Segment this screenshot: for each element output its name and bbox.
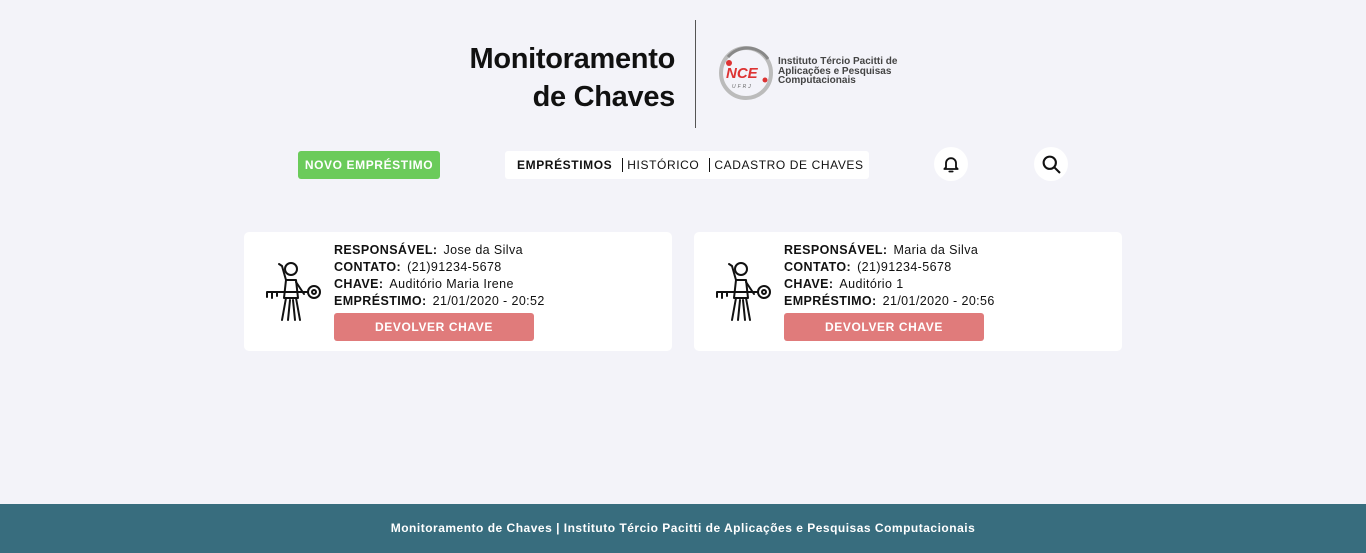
svg-text:NCE: NCE — [726, 65, 759, 82]
svg-text:UFRJ: UFRJ — [732, 84, 753, 90]
nav-separator — [622, 158, 624, 172]
search-button[interactable] — [1034, 147, 1068, 181]
loan-card: RESPONSÁVEL: Jose da Silva CONTATO: (21)91… — [244, 232, 672, 351]
nav-item-key-registry[interactable]: CADASTRO DE CHAVES — [714, 158, 863, 172]
nce-logo-mark: NCE UFRJ — [719, 46, 773, 100]
footer-text: Monitoramento de Chaves | Instituto Térc… — [390, 521, 976, 535]
return-key-button[interactable]: DEVOLVER CHAVE — [334, 313, 534, 341]
loan-info: RESPONSÁVEL: Maria da Silva CONTATO: (21)9… — [784, 243, 995, 308]
page-header: Monitoramento de Chaves NCE UFRJ Institu… — [0, 20, 1366, 128]
page-title-line2: de Chaves — [532, 81, 676, 113]
return-key-button[interactable]: DEVOLVER CHAVE — [784, 313, 984, 341]
header-divider — [695, 20, 696, 128]
logo-text: Instituto Tércio Pacitti de Aplicações e… — [778, 56, 898, 86]
contact-value: (21)91234-5678 — [857, 260, 952, 274]
page-title: Monitoramento de Chaves — [469, 40, 675, 116]
nav-item-loans[interactable]: EMPRÉSTIMOS — [517, 158, 612, 172]
key-value: Auditório Maria Irene — [389, 277, 514, 291]
notifications-button[interactable] — [934, 147, 968, 181]
main-nav: EMPRÉSTIMOS HISTÓRICO CADASTRO DE CHAVES — [505, 151, 869, 179]
page-footer: Monitoramento de Chaves | Instituto Térc… — [0, 504, 1366, 553]
loan-card: RESPONSÁVEL: Maria da Silva CONTATO: (21)9… — [694, 232, 1122, 351]
loan-date-value: 21/01/2020 - 20:56 — [882, 294, 995, 308]
loan-info: RESPONSÁVEL: Jose da Silva CONTATO: (21)91… — [334, 243, 545, 308]
person-with-key-icon — [716, 262, 771, 321]
nav-separator — [709, 158, 711, 172]
loan-date-value: 21/01/2020 - 20:52 — [432, 294, 545, 308]
nav-item-history[interactable]: HISTÓRICO — [627, 158, 699, 172]
page-title-line1: Monitoramento — [469, 43, 675, 75]
responsible-value: Jose da Silva — [443, 243, 523, 257]
person-with-key-icon — [266, 262, 321, 321]
new-loan-button[interactable]: NOVO EMPRÉSTIMO — [298, 151, 440, 179]
bell-icon — [943, 157, 959, 173]
contact-value: (21)91234-5678 — [407, 260, 502, 274]
key-value: Auditório 1 — [839, 277, 904, 291]
institute-logo: NCE UFRJ Instituto Tércio Pacitti de Apl… — [718, 45, 908, 101]
responsible-value: Maria da Silva — [893, 243, 979, 257]
search-icon — [1042, 155, 1060, 173]
